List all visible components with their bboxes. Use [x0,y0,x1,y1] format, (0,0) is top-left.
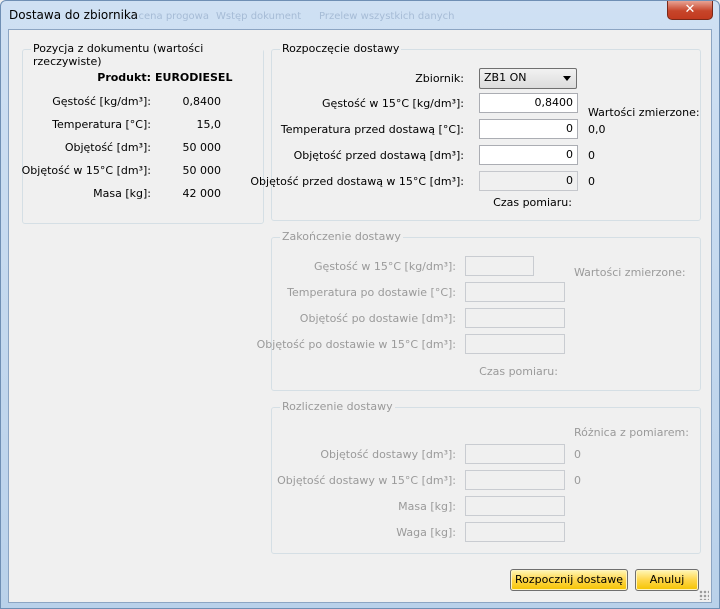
temp-before-measured: 0,0 [588,123,606,136]
delivery-volume15-label: Objętość dostawy w 15°C [dm³]: [277,474,456,487]
group-legend: Zakończenie dostawy [280,230,403,243]
temp-after-field [465,282,565,302]
volume-before-measured: 0 [588,149,595,162]
volume15-before-field: 0 [479,171,578,191]
density-value: 0,8400 [182,95,222,108]
temp-before-field[interactable]: 0 [479,119,578,139]
measured-header: Wartości zmierzone: [588,106,700,119]
volume-value: 50 000 [182,141,222,154]
temp-after-label: Temperatura po dostawie [°C]: [287,286,456,299]
delivery-volume-label: Objętość dostawy [dm³]: [320,448,456,461]
volume15-value: 50 000 [182,164,222,177]
density15-after-label: Gęstość w 15°C [kg/dm³]: [314,260,456,273]
tank-select-value: ZB1 ON [484,71,527,84]
measured-header: Wartości zmierzone: [574,266,686,279]
start-delivery-button[interactable]: Rozpocznij dostawę [510,569,628,591]
delivery-weight-field [465,522,565,542]
delivery-volume15-diff: 0 [574,474,581,487]
product-value: EURODIESEL [155,71,233,84]
group-legend: Pozycja z dokumentu (wartości rzeczywist… [31,42,263,68]
volume15-after-label: Objętość po dostawie w 15°C [dm³]: [256,338,456,351]
mass-label: Masa [kg]: [93,187,151,200]
delivery-weight-label: Waga [kg]: [396,526,456,539]
volume15-before-measured: 0 [588,175,595,188]
density15-after-field [465,256,534,276]
delivery-volume15-field [465,470,565,490]
temperature-value: 15,0 [196,118,222,131]
volume15-before-label: Objętość przed dostawą w 15°C [dm³]: [250,175,464,188]
density-label: Gęstość [kg/dm³]: [52,95,151,108]
chevron-down-icon [563,76,571,81]
measure-time-label: Czas pomiaru: [479,365,558,378]
density15-label: Gęstość w 15°C [kg/dm³]: [322,97,464,110]
volume15-label: Objętość w 15°C [dm³]: [21,164,151,177]
volume-after-field [465,308,565,328]
title-bar[interactable]: Dostawa do zbiornika ...cena progowa Wst… [1,1,719,29]
ghost-tab: Wstęp dokument [216,11,302,22]
volume-before-label: Objętość przed dostawą [dm³]: [293,149,464,162]
temp-before-label: Temperatura przed dostawą [°C]: [280,123,464,136]
tank-label: Zbiornik: [415,72,464,85]
document-position-group: Pozycja z dokumentu (wartości rzeczywist… [21,42,264,224]
cancel-button[interactable]: Anuluj [635,569,699,591]
mass-value: 42 000 [182,187,222,200]
volume15-after-field [465,334,565,354]
dialog-client: Pozycja z dokumentu (wartości rzeczywist… [8,29,712,603]
measure-time-label: Czas pomiaru: [493,196,572,209]
delivery-volume-field [465,444,565,464]
settlement-group: Rozliczenie dostawy Różnica z pomiarem: … [271,400,701,554]
diff-header: Różnica z pomiarem: [574,426,689,439]
volume-before-field[interactable]: 0 [479,145,578,165]
delivery-mass-label: Masa [kg]: [398,500,456,513]
product-label: Produkt: [97,71,151,84]
density15-field[interactable]: 0,8400 [479,93,578,113]
ghost-tab: ...cena progowa [129,11,209,22]
ghost-tab: Przelew wszystkich danych [319,11,455,22]
delivery-mass-field [465,496,565,516]
dialog-window: Dostawa do zbiornika ...cena progowa Wst… [0,0,720,609]
start-delivery-group: Rozpoczęcie dostawy Zbiornik: ZB1 ON War… [250,42,701,221]
window-title: Dostawa do zbiornika [9,8,138,22]
volume-after-label: Objętość po dostawie [dm³]: [299,312,456,325]
close-icon: ✕ [684,2,696,17]
close-button[interactable]: ✕ [667,1,713,20]
group-legend: Rozpoczęcie dostawy [280,42,402,55]
group-legend: Rozliczenie dostawy [280,400,395,413]
resize-grip[interactable] [699,590,709,600]
temperature-label: Temperatura [°C]: [52,118,151,131]
volume-label: Objętość [dm³]: [64,141,151,154]
delivery-volume-diff: 0 [574,448,581,461]
end-delivery-group: Zakończenie dostawy Wartości zmierzone: … [257,230,701,391]
tank-select[interactable]: ZB1 ON [479,68,577,89]
